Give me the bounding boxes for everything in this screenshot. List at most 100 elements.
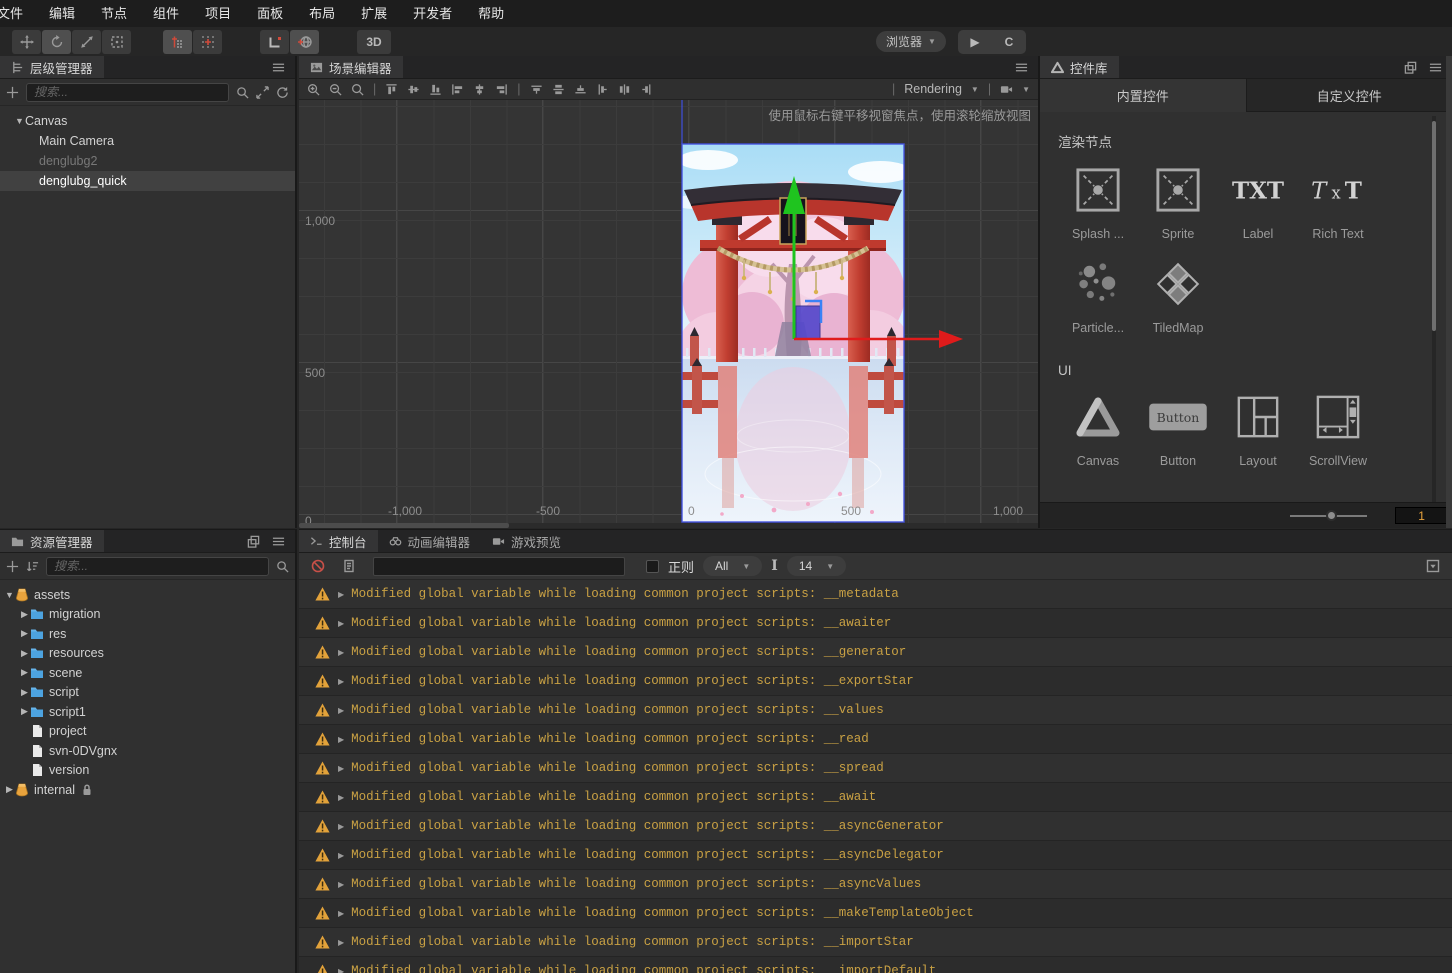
console-row[interactable]: ▶Modified global variable while loading … xyxy=(299,783,1452,812)
asset-node[interactable]: project xyxy=(0,722,295,742)
widget-item[interactable]: Sprite xyxy=(1138,161,1218,241)
add-node-button[interactable] xyxy=(6,86,19,99)
hierarchy-node[interactable]: denglubg_quick xyxy=(0,171,295,191)
rendering-dropdown[interactable]: Rendering xyxy=(904,82,962,96)
scene-canvas[interactable]: 使用鼠标右键平移视窗焦点，使用滚轮缩放视图 xyxy=(299,100,1038,528)
scene-image-torii[interactable] xyxy=(682,144,904,522)
console-row[interactable]: ▶Modified global variable while loading … xyxy=(299,957,1452,973)
hierarchy-search-input[interactable] xyxy=(26,83,229,102)
tab-assets[interactable]: 资源管理器 xyxy=(0,530,104,552)
expand-caret-icon[interactable]: ▶ xyxy=(338,967,344,973)
align-right-icon[interactable] xyxy=(495,83,508,96)
expand-all-icon[interactable] xyxy=(256,86,269,99)
dist-left-icon[interactable] xyxy=(596,83,609,96)
log-level-dropdown[interactable]: All ▼ xyxy=(703,556,762,576)
hierarchy-node[interactable]: ▼Canvas xyxy=(0,111,295,131)
expand-caret-icon[interactable]: ▶ xyxy=(338,938,344,947)
menu-item[interactable]: 文件 xyxy=(0,0,36,27)
expand-caret-icon[interactable]: ▶ xyxy=(338,735,344,744)
mode-3d-button[interactable]: 3D xyxy=(357,30,391,54)
asset-node[interactable]: ▼assets xyxy=(0,585,295,605)
widget-item[interactable]: Splash ... xyxy=(1058,161,1138,241)
menu-item[interactable]: 帮助 xyxy=(465,0,517,27)
zoom-reset-icon[interactable] xyxy=(351,83,364,96)
expand-caret-icon[interactable]: ▶ xyxy=(338,851,344,860)
console-row[interactable]: ▶Modified global variable while loading … xyxy=(299,725,1452,754)
align-vcenter-icon[interactable] xyxy=(407,83,420,96)
refresh-icon[interactable] xyxy=(276,86,289,99)
expand-caret-icon[interactable]: ▶ xyxy=(338,706,344,715)
console-filter-input[interactable] xyxy=(373,557,625,576)
rect-transform-tool-button[interactable] xyxy=(102,30,131,54)
tree-arrow-icon[interactable]: ▼ xyxy=(4,590,15,600)
menu-icon[interactable] xyxy=(1429,61,1442,74)
refresh-button[interactable]: C xyxy=(992,35,1026,49)
play-button[interactable]: ▶ xyxy=(958,35,992,49)
tree-arrow-icon[interactable]: ▶ xyxy=(19,648,30,659)
tab-hierarchy[interactable]: 层级管理器 xyxy=(0,56,104,78)
console-row[interactable]: ▶Modified global variable while loading … xyxy=(299,899,1452,928)
asset-node[interactable]: ▶migration xyxy=(0,605,295,625)
tab-console[interactable]: 控制台 xyxy=(299,530,378,552)
dist-vcenter-icon[interactable] xyxy=(552,83,565,96)
asset-node[interactable]: ▶resources xyxy=(0,644,295,664)
dist-top-icon[interactable] xyxy=(530,83,543,96)
add-asset-button[interactable] xyxy=(6,560,19,573)
tab-preview[interactable]: 游戏预览 xyxy=(481,530,572,552)
font-size-dropdown[interactable]: 14 ▼ xyxy=(787,556,846,576)
align-hcenter-icon[interactable] xyxy=(473,83,486,96)
clear-console-button[interactable] xyxy=(311,559,325,573)
menu-item[interactable]: 开发者 xyxy=(400,0,465,27)
console-row[interactable]: ▶Modified global variable while loading … xyxy=(299,754,1452,783)
asset-node[interactable]: ▶internal xyxy=(0,780,295,800)
expand-caret-icon[interactable]: ▶ xyxy=(338,590,344,599)
scale-tool-button[interactable] xyxy=(72,30,101,54)
console-row[interactable]: ▶Modified global variable while loading … xyxy=(299,667,1452,696)
expand-caret-icon[interactable]: ▶ xyxy=(338,677,344,686)
menu-icon[interactable] xyxy=(272,61,285,74)
console-row[interactable]: ▶Modified global variable while loading … xyxy=(299,841,1452,870)
expand-caret-icon[interactable]: ▶ xyxy=(338,822,344,831)
tree-arrow-icon[interactable]: ▶ xyxy=(4,784,15,795)
library-tab[interactable]: 内置控件 xyxy=(1040,79,1246,112)
widget-item[interactable]: Canvas xyxy=(1058,388,1138,468)
global-coords-tool-button[interactable] xyxy=(290,30,319,54)
rotate-tool-button[interactable] xyxy=(42,30,71,54)
console-row[interactable]: ▶Modified global variable while loading … xyxy=(299,580,1452,609)
search-icon[interactable] xyxy=(236,86,249,99)
console-row[interactable]: ▶Modified global variable while loading … xyxy=(299,696,1452,725)
library-tab[interactable]: 自定义控件 xyxy=(1246,79,1452,112)
widget-item[interactable]: ScrollView xyxy=(1298,388,1378,468)
tab-widget-library[interactable]: 控件库 xyxy=(1040,56,1119,78)
anchor-center-tool-button[interactable] xyxy=(193,30,222,54)
asset-node[interactable]: version xyxy=(0,761,295,781)
tree-arrow-icon[interactable]: ▶ xyxy=(19,609,30,620)
expand-caret-icon[interactable]: ▶ xyxy=(338,648,344,657)
menu-item[interactable]: 节点 xyxy=(88,0,140,27)
widget-item[interactable]: Layout xyxy=(1218,388,1298,468)
move-tool-button[interactable] xyxy=(12,30,41,54)
anchor-pivot-tool-button[interactable] xyxy=(163,30,192,54)
assets-search-input[interactable] xyxy=(46,557,269,576)
asset-node[interactable]: svn-0DVgnx xyxy=(0,741,295,761)
tree-arrow-icon[interactable]: ▶ xyxy=(19,628,30,639)
zoom-slider[interactable] xyxy=(1290,515,1367,517)
tab-scene-editor[interactable]: 场景编辑器 xyxy=(299,56,403,78)
popup-icon[interactable] xyxy=(1404,61,1417,74)
search-icon[interactable] xyxy=(276,560,289,573)
widget-item[interactable]: Particle... xyxy=(1058,255,1138,335)
vertical-scrollbar[interactable] xyxy=(1432,116,1436,506)
widget-item[interactable]: TiledMap xyxy=(1138,255,1218,335)
asset-node[interactable]: ▶res xyxy=(0,624,295,644)
expand-caret-icon[interactable]: ▶ xyxy=(338,764,344,773)
console-row[interactable]: ▶Modified global variable while loading … xyxy=(299,609,1452,638)
zoom-in-icon[interactable] xyxy=(307,83,320,96)
tree-arrow-icon[interactable]: ▶ xyxy=(19,706,30,717)
log-file-icon[interactable] xyxy=(342,559,356,573)
align-top-icon[interactable] xyxy=(385,83,398,96)
collapse-all-icon[interactable] xyxy=(1426,559,1440,573)
tree-arrow-icon[interactable]: ▼ xyxy=(14,116,25,126)
horizontal-scrollbar[interactable] xyxy=(299,523,1038,528)
menu-item[interactable]: 项目 xyxy=(192,0,244,27)
menu-item[interactable]: 布局 xyxy=(296,0,348,27)
